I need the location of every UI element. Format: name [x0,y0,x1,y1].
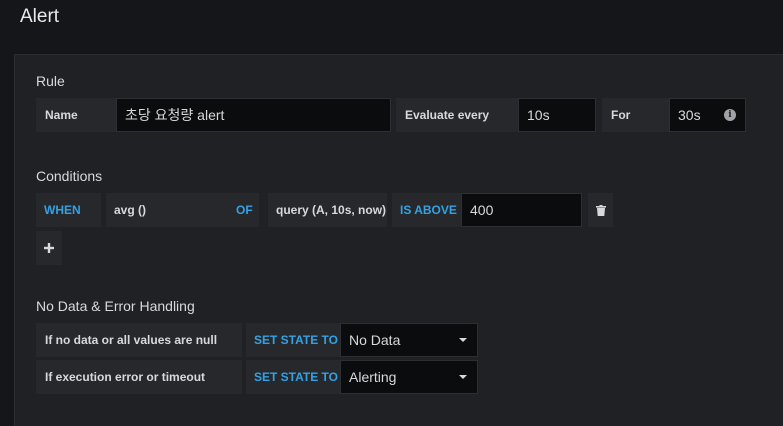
nodata-state-select[interactable]: No Data [340,323,478,357]
error-label: If execution error or timeout [36,360,242,394]
conditions-heading: Conditions [36,168,103,184]
query-selector[interactable]: query (A, 10s, now) [268,193,387,227]
evaluate-every-input[interactable]: 10s [518,98,596,132]
for-value: 30s [678,107,701,123]
rule-heading: Rule [36,73,65,89]
name-label: Name [36,98,116,132]
add-condition-button[interactable] [36,231,62,265]
error-state-select[interactable]: Alerting [340,360,478,394]
evaluate-every-label: Evaluate every [396,98,518,132]
nodata-set-state-label: SET STATE TO [246,323,340,357]
for-label: For [602,98,669,132]
name-input[interactable]: 초당 요청량 alert [116,98,391,132]
alert-settings-panel: Rule Name 초당 요청량 alert Evaluate every 10… [14,54,783,426]
of-keyword: OF [228,193,259,227]
chevron-down-icon [459,375,467,379]
nodata-label: If no data or all values are null [36,323,242,357]
error-set-state-label: SET STATE TO [246,360,340,394]
reducer-selector[interactable]: avg () [106,193,228,227]
evaluator-selector[interactable]: IS ABOVE [392,193,461,227]
trash-icon [595,204,606,216]
error-state-value: Alerting [349,369,397,385]
when-keyword: WHEN [36,193,101,227]
info-icon[interactable]: i [724,109,736,121]
for-input[interactable]: 30s i [669,98,746,132]
threshold-input[interactable]: 400 [461,193,582,227]
delete-condition-button[interactable] [588,193,613,227]
chevron-down-icon [459,338,467,342]
nodata-state-value: No Data [349,332,401,348]
plus-icon [44,243,54,253]
nodata-heading: No Data & Error Handling [36,298,195,314]
page-title: Alert [20,6,60,27]
